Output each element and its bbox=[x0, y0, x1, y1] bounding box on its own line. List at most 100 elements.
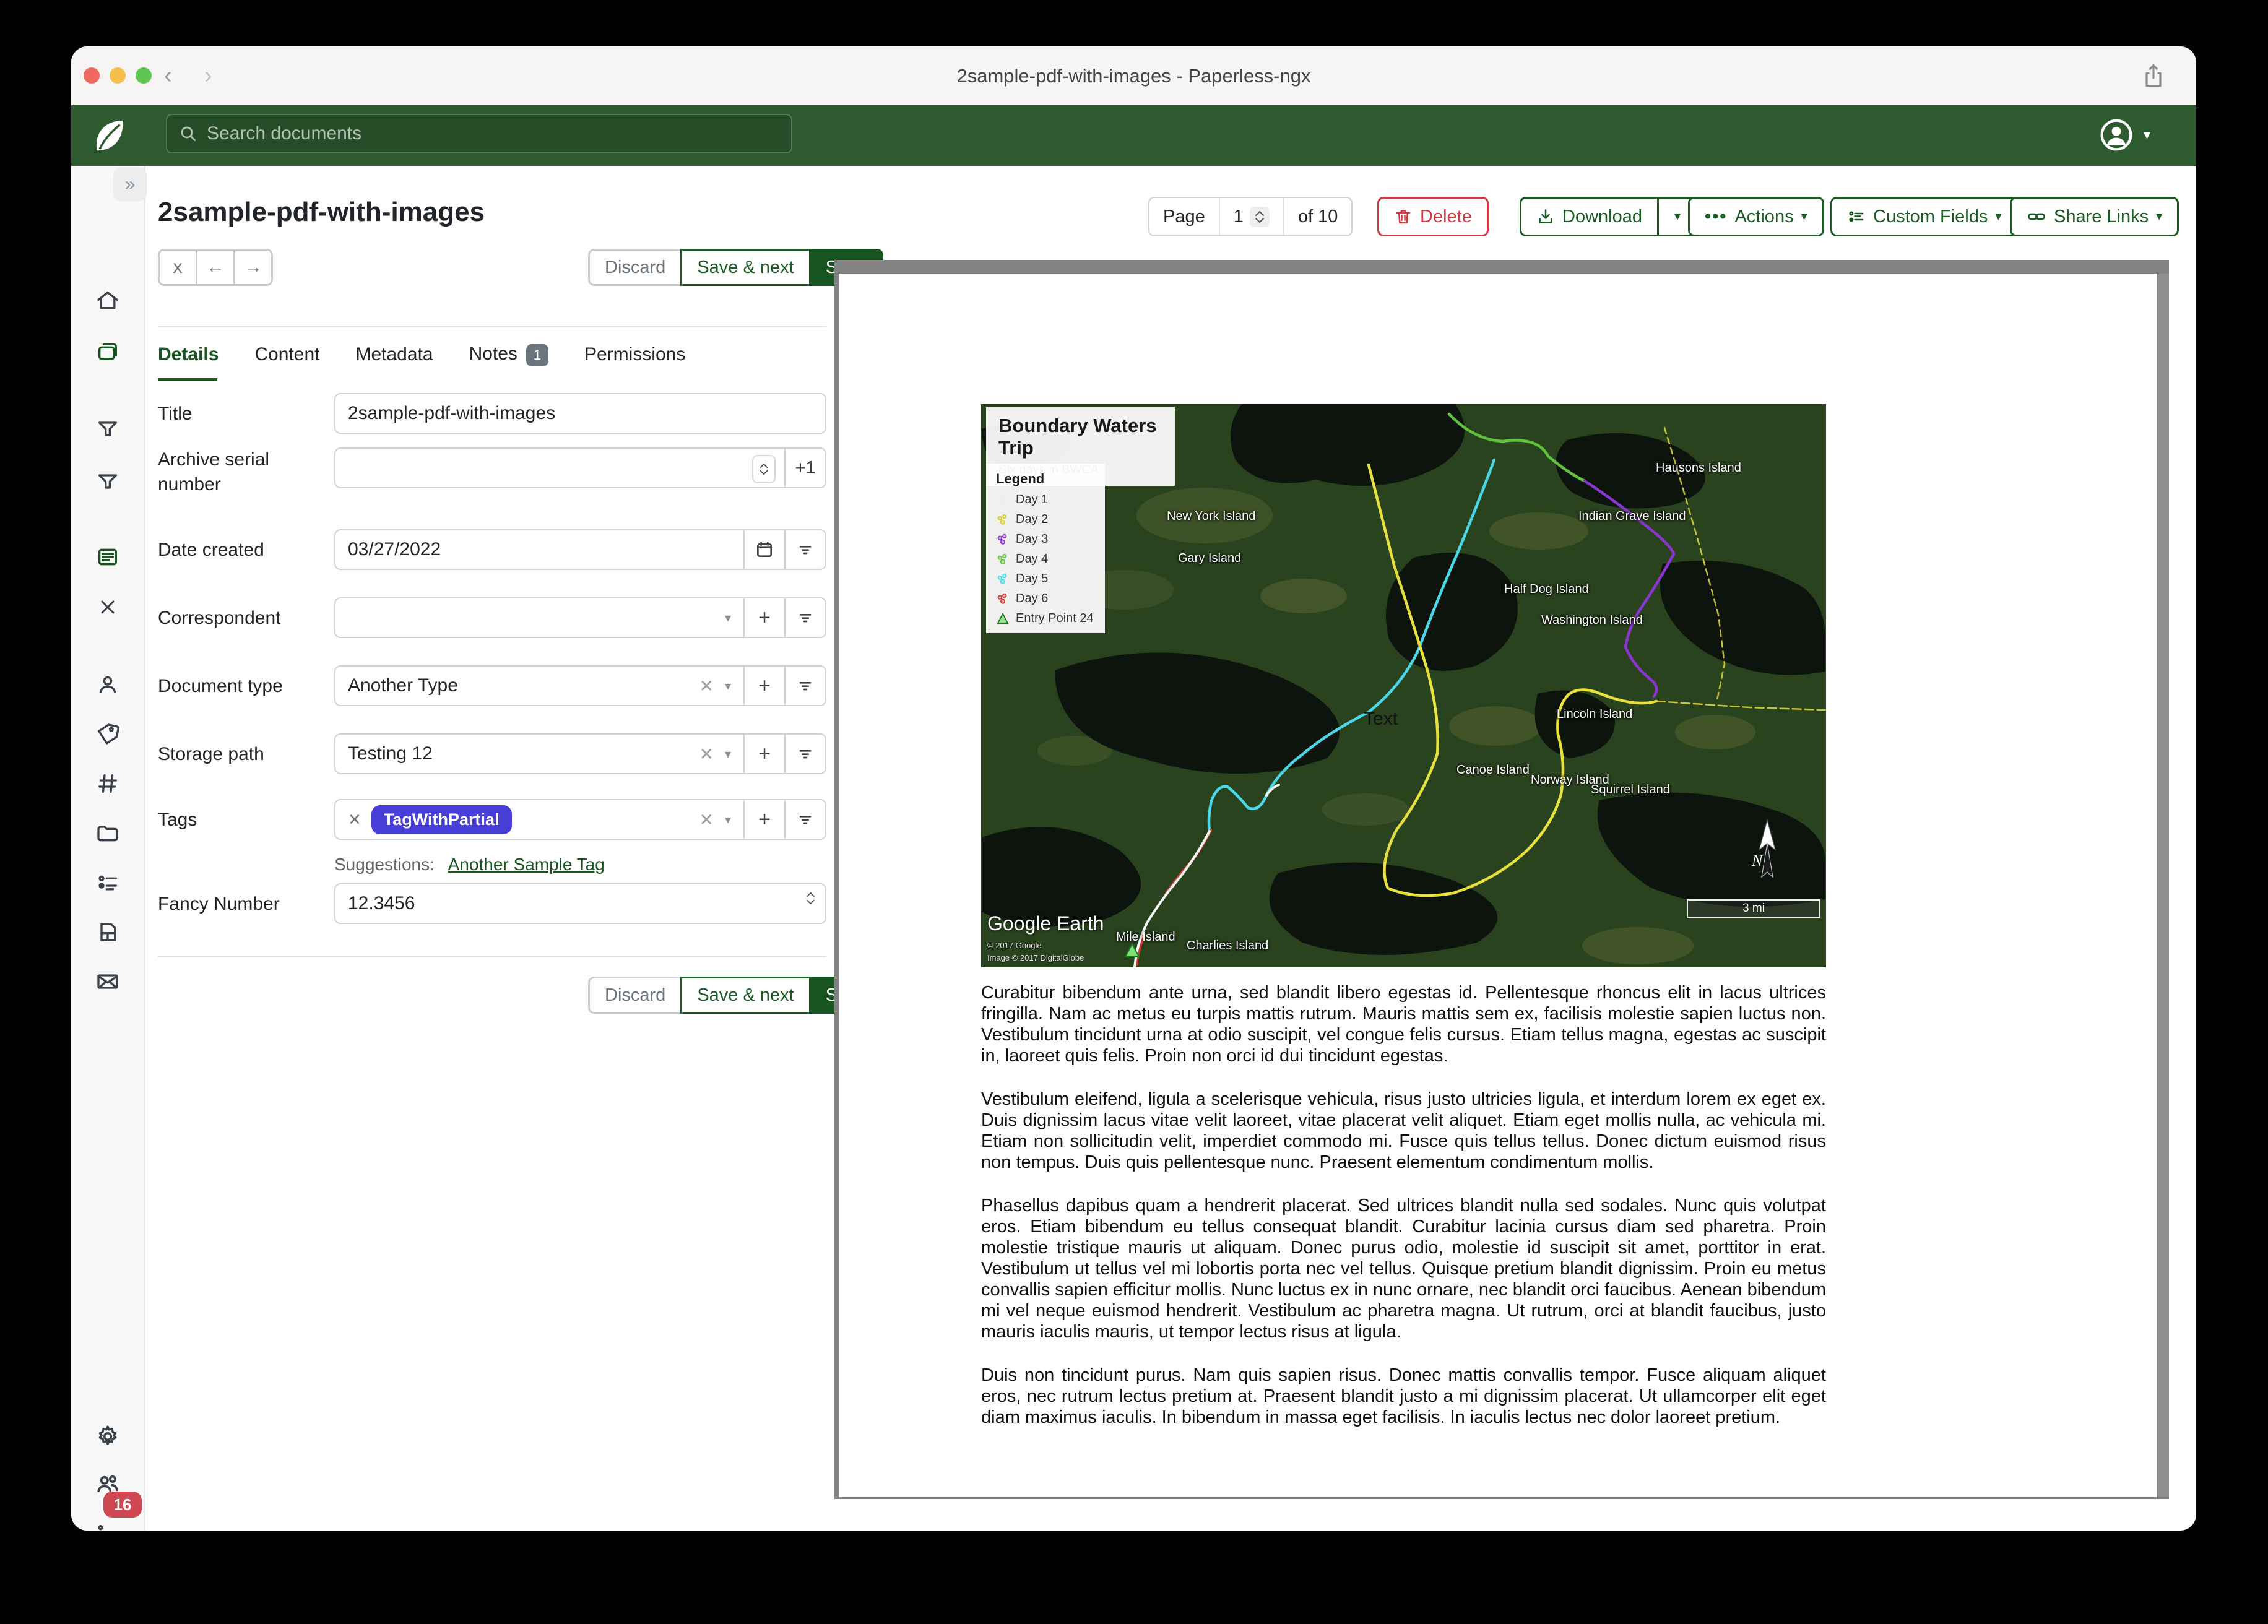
custom-fields-button[interactable]: Custom Fields▾ bbox=[1830, 197, 2018, 236]
clear-icon[interactable]: ✕ bbox=[699, 676, 713, 696]
divider bbox=[158, 956, 826, 957]
sidebar-item-dashboard[interactable] bbox=[71, 288, 144, 313]
legend-item: Day 2 bbox=[996, 512, 1095, 527]
island-label: Washington Island bbox=[1541, 613, 1643, 628]
tag-chip[interactable]: TagWithPartial bbox=[371, 805, 512, 834]
remove-tag-icon[interactable]: ✕ bbox=[348, 810, 361, 829]
page-number-input[interactable]: 1 bbox=[1219, 198, 1283, 235]
map-text-annotation: Text bbox=[1364, 709, 1398, 730]
discard-button-bottom[interactable]: Discard bbox=[588, 977, 682, 1014]
tag-suggestions-button[interactable] bbox=[784, 799, 826, 840]
title-input[interactable] bbox=[334, 393, 826, 434]
track-marker-icon bbox=[996, 553, 1010, 566]
add-storage-path-button[interactable]: + bbox=[743, 733, 786, 774]
pdf-page: Boundary Waters Trip Six days in BWCA Le… bbox=[839, 274, 2158, 1497]
previous-document-button[interactable]: ← bbox=[196, 249, 235, 286]
next-document-button[interactable]: → bbox=[233, 249, 273, 286]
sidebar-item-custom-fields[interactable] bbox=[71, 870, 144, 895]
clear-icon[interactable]: ✕ bbox=[699, 744, 713, 764]
island-label: Canoe Island bbox=[1456, 763, 1530, 777]
sidebar-item-document-types[interactable] bbox=[71, 771, 144, 796]
share-links-button[interactable]: Share Links▾ bbox=[2010, 197, 2179, 236]
tab-metadata[interactable]: Metadata bbox=[355, 344, 433, 365]
divider bbox=[158, 326, 826, 327]
tab-details[interactable]: Details bbox=[158, 344, 219, 365]
app-header: Search documents ▾ bbox=[71, 105, 2196, 166]
save-next-button-bottom[interactable]: Save & next bbox=[680, 977, 810, 1014]
tab-content[interactable]: Content bbox=[254, 344, 319, 365]
sidebar-item-tags[interactable] bbox=[71, 722, 144, 746]
sidebar-item-storage-paths[interactable] bbox=[71, 821, 144, 845]
chevron-down-icon: ▾ bbox=[725, 746, 731, 762]
download-split-button: Download ▾ bbox=[1520, 197, 1698, 236]
sidebar-item-workflows[interactable] bbox=[71, 920, 144, 944]
app-window: ‹ › 2sample-pdf-with-images - Paperless-… bbox=[71, 46, 2196, 1531]
legend-item: Day 5 bbox=[996, 572, 1095, 586]
pdf-preview-pane: Boundary Waters Trip Six days in BWCA Le… bbox=[834, 260, 2169, 1499]
window-title: 2sample-pdf-with-images - Paperless-ngx bbox=[71, 46, 2196, 105]
pdf-paragraph: Vestibulum eleifend, ligula a scelerisqu… bbox=[981, 1089, 1826, 1173]
correspondent-suggestions-button[interactable] bbox=[784, 597, 826, 638]
fancy-number-input[interactable]: 12.3456 bbox=[334, 883, 826, 924]
link-icon bbox=[2027, 207, 2046, 227]
document-type-select[interactable]: Another Type ✕▾ bbox=[334, 665, 745, 706]
document-type-label: Document type bbox=[158, 674, 322, 699]
share-icon[interactable] bbox=[2142, 63, 2165, 90]
date-suggestions-button[interactable] bbox=[784, 529, 826, 570]
close-document-button[interactable]: x bbox=[158, 249, 197, 286]
document-type-suggestions-button[interactable] bbox=[784, 665, 826, 706]
compass-icon: N bbox=[1746, 818, 1789, 886]
pdf-paragraph: Duis non tincidunt purus. Nam quis sapie… bbox=[981, 1365, 1826, 1428]
add-tag-button[interactable]: + bbox=[743, 799, 786, 840]
tab-permissions[interactable]: Permissions bbox=[584, 344, 685, 365]
sidebar-item-saved-view-2[interactable] bbox=[71, 469, 144, 494]
date-created-input[interactable] bbox=[334, 529, 745, 570]
add-document-type-button[interactable]: + bbox=[743, 665, 786, 706]
asn-input[interactable] bbox=[334, 447, 786, 488]
sidebar-item-documents[interactable] bbox=[71, 339, 144, 364]
sidebar-item-tasks[interactable] bbox=[71, 1520, 144, 1531]
island-label: Lincoln Island bbox=[1557, 707, 1632, 722]
download-button[interactable]: Download bbox=[1520, 197, 1659, 236]
calendar-button[interactable] bbox=[743, 529, 786, 570]
document-nav-group: x ← → bbox=[158, 249, 273, 286]
page-label: Page bbox=[1149, 198, 1219, 235]
filter-lines-icon bbox=[795, 540, 815, 559]
island-label: Charlies Island bbox=[1187, 939, 1268, 953]
paperless-logo-icon[interactable] bbox=[86, 114, 129, 157]
legend-item: Day 4 bbox=[996, 552, 1095, 566]
add-correspondent-button[interactable]: + bbox=[743, 597, 786, 638]
sidebar-item-saved-view-1[interactable] bbox=[71, 417, 144, 441]
sidebar-item-correspondents[interactable] bbox=[71, 672, 144, 697]
discard-button[interactable]: Discard bbox=[588, 249, 682, 286]
close-all-documents-icon[interactable] bbox=[71, 596, 144, 618]
map-image: Boundary Waters Trip Six days in BWCA Le… bbox=[981, 404, 1826, 967]
delete-button[interactable]: Delete bbox=[1377, 197, 1489, 236]
clear-icon[interactable]: ✕ bbox=[699, 810, 713, 830]
preview-scrollbar[interactable] bbox=[2157, 274, 2169, 1497]
active-tab-indicator bbox=[158, 378, 217, 381]
sidebar-expand-button[interactable]: » bbox=[113, 168, 147, 201]
tab-notes[interactable]: Notes1 bbox=[469, 343, 548, 366]
storage-path-select[interactable]: Testing 12 ✕▾ bbox=[334, 733, 745, 774]
search-bar[interactable]: Search documents bbox=[166, 114, 792, 153]
sidebar-item-open-document[interactable] bbox=[71, 545, 144, 569]
actions-button[interactable]: ••• Actions▾ bbox=[1688, 197, 1824, 236]
island-label: Mile Island bbox=[1116, 930, 1175, 944]
correspondent-select[interactable]: ▾ bbox=[334, 597, 745, 638]
trash-icon bbox=[1394, 207, 1413, 227]
storage-path-suggestions-button[interactable] bbox=[784, 733, 826, 774]
asn-spinner[interactable] bbox=[752, 455, 776, 483]
sidebar-item-mail[interactable] bbox=[71, 969, 144, 994]
tags-input[interactable]: ✕ TagWithPartial ✕▾ bbox=[334, 799, 745, 840]
title-label: Title bbox=[158, 402, 322, 426]
fancy-number-spinner[interactable] bbox=[806, 892, 815, 905]
page-spinner[interactable] bbox=[1250, 207, 1270, 227]
search-icon bbox=[178, 124, 198, 144]
save-next-button[interactable]: Save & next bbox=[680, 249, 810, 286]
suggested-tag-link[interactable]: Another Sample Tag bbox=[448, 855, 605, 874]
user-menu[interactable]: ▾ bbox=[2099, 118, 2150, 152]
sidebar-item-settings[interactable] bbox=[71, 1423, 144, 1449]
tags-label: Tags bbox=[158, 808, 322, 832]
asn-plus-one-button[interactable]: +1 bbox=[784, 447, 826, 488]
